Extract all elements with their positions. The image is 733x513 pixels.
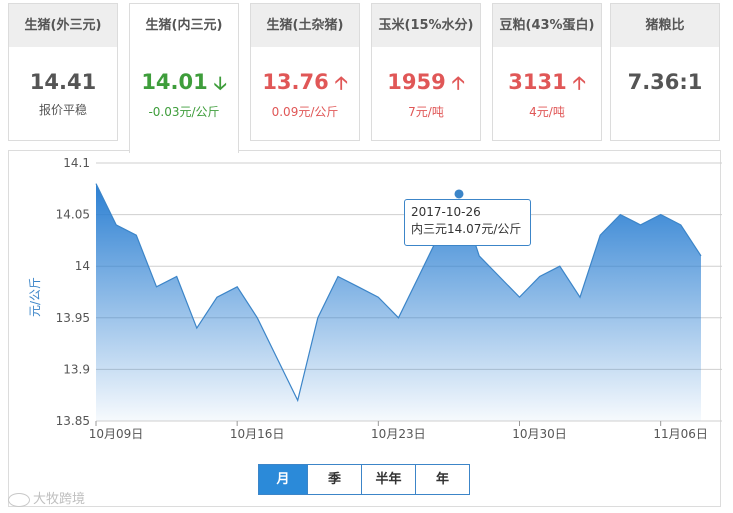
arrow-up-icon: 🡡 <box>334 73 348 94</box>
card-sub: -0.03元/公斤 <box>148 105 220 119</box>
period-selector: 月 季 半年 年 <box>258 464 470 495</box>
x-tick-label: 10月23日 <box>371 427 426 441</box>
period-halfyear-button[interactable]: 半年 <box>362 464 416 495</box>
period-quarter-button[interactable]: 季 <box>308 464 362 495</box>
y-tick-label: 14 <box>75 259 90 273</box>
card-label: 生猪(外三元) <box>9 4 117 47</box>
highlight-point <box>453 188 465 200</box>
y-tick-label: 13.9 <box>63 362 90 376</box>
card-label: 生猪(内三元) <box>130 4 238 47</box>
period-year-button[interactable]: 年 <box>416 464 470 495</box>
card-value: 13.76 🡡 <box>262 70 348 94</box>
card-sub: 7元/吨 <box>408 105 444 119</box>
card-soymeal[interactable]: 豆粕(43%蛋白) 3131 🡡 4元/吨 <box>492 3 602 141</box>
arrow-up-icon: 🡡 <box>451 73 465 94</box>
watermark-logo-icon <box>8 492 30 507</box>
card-sub: 4元/吨 <box>529 105 565 119</box>
card-value: 7.36:1 <box>627 70 703 94</box>
card-pig-grain-ratio[interactable]: 猪粮比 7.36:1 <box>610 3 720 141</box>
tooltip-text: 内三元14.07元/公斤 <box>411 222 522 236</box>
x-tick-label: 10月16日 <box>230 427 285 441</box>
period-month-button[interactable]: 月 <box>258 464 308 495</box>
y-tick-label: 14.1 <box>63 156 90 170</box>
card-pig-inner[interactable]: 生猪(内三元) 14.01 🡣 -0.03元/公斤 <box>129 3 239 153</box>
price-chart: 13.85 13.9 13.95 14 14.05 14.1 10月09日 10月16日 10月… <box>28 156 722 441</box>
card-sub: 报价平稳 <box>38 103 87 117</box>
watermark-text: 大牧跨境 <box>33 492 86 507</box>
arrow-down-icon: 🡣 <box>213 73 227 94</box>
card-value: 14.01 🡣 <box>141 70 227 94</box>
x-tick-label: 10月30日 <box>512 427 567 441</box>
x-tick-label: 10月09日 <box>89 427 144 441</box>
card-label: 生猪(土杂猪) <box>251 4 359 47</box>
arrow-up-icon: 🡡 <box>572 73 586 94</box>
card-value: 1959 🡡 <box>387 70 465 94</box>
y-tick-label: 14.05 <box>56 208 90 222</box>
y-tick-label: 13.85 <box>56 414 90 428</box>
watermark: 大牧跨境 <box>8 488 85 507</box>
card-label: 玉米(15%水分) <box>372 4 480 47</box>
chart-panel: 13.85 13.9 13.95 14 14.05 14.1 10月09日 10月16日 10月… <box>8 150 722 507</box>
card-label: 豆粕(43%蛋白) <box>493 4 601 47</box>
y-axis-label: 元/公斤 <box>28 277 42 317</box>
chart-tooltip: 2017-10-26 内三元14.07元/公斤 <box>404 199 531 246</box>
tooltip-date: 2017-10-26 <box>411 205 481 219</box>
card-corn[interactable]: 玉米(15%水分) 1959 🡡 7元/吨 <box>371 3 481 141</box>
card-value: 3131 🡡 <box>508 70 586 94</box>
y-tick-label: 13.95 <box>56 311 90 325</box>
price-cards: 生猪(外三元) 14.41 报价平稳 生猪(内三元) 14.01 🡣 -0.03元… <box>8 3 720 153</box>
card-pig-outer[interactable]: 生猪(外三元) 14.41 报价平稳 <box>8 3 118 141</box>
card-value: 14.41 <box>29 70 97 94</box>
card-label: 猪粮比 <box>611 4 719 47</box>
x-tick-label: 11月06日 <box>653 427 708 441</box>
card-sub: 0.09元/公斤 <box>271 105 339 119</box>
card-pig-local[interactable]: 生猪(土杂猪) 13.76 🡡 0.09元/公斤 <box>250 3 360 141</box>
